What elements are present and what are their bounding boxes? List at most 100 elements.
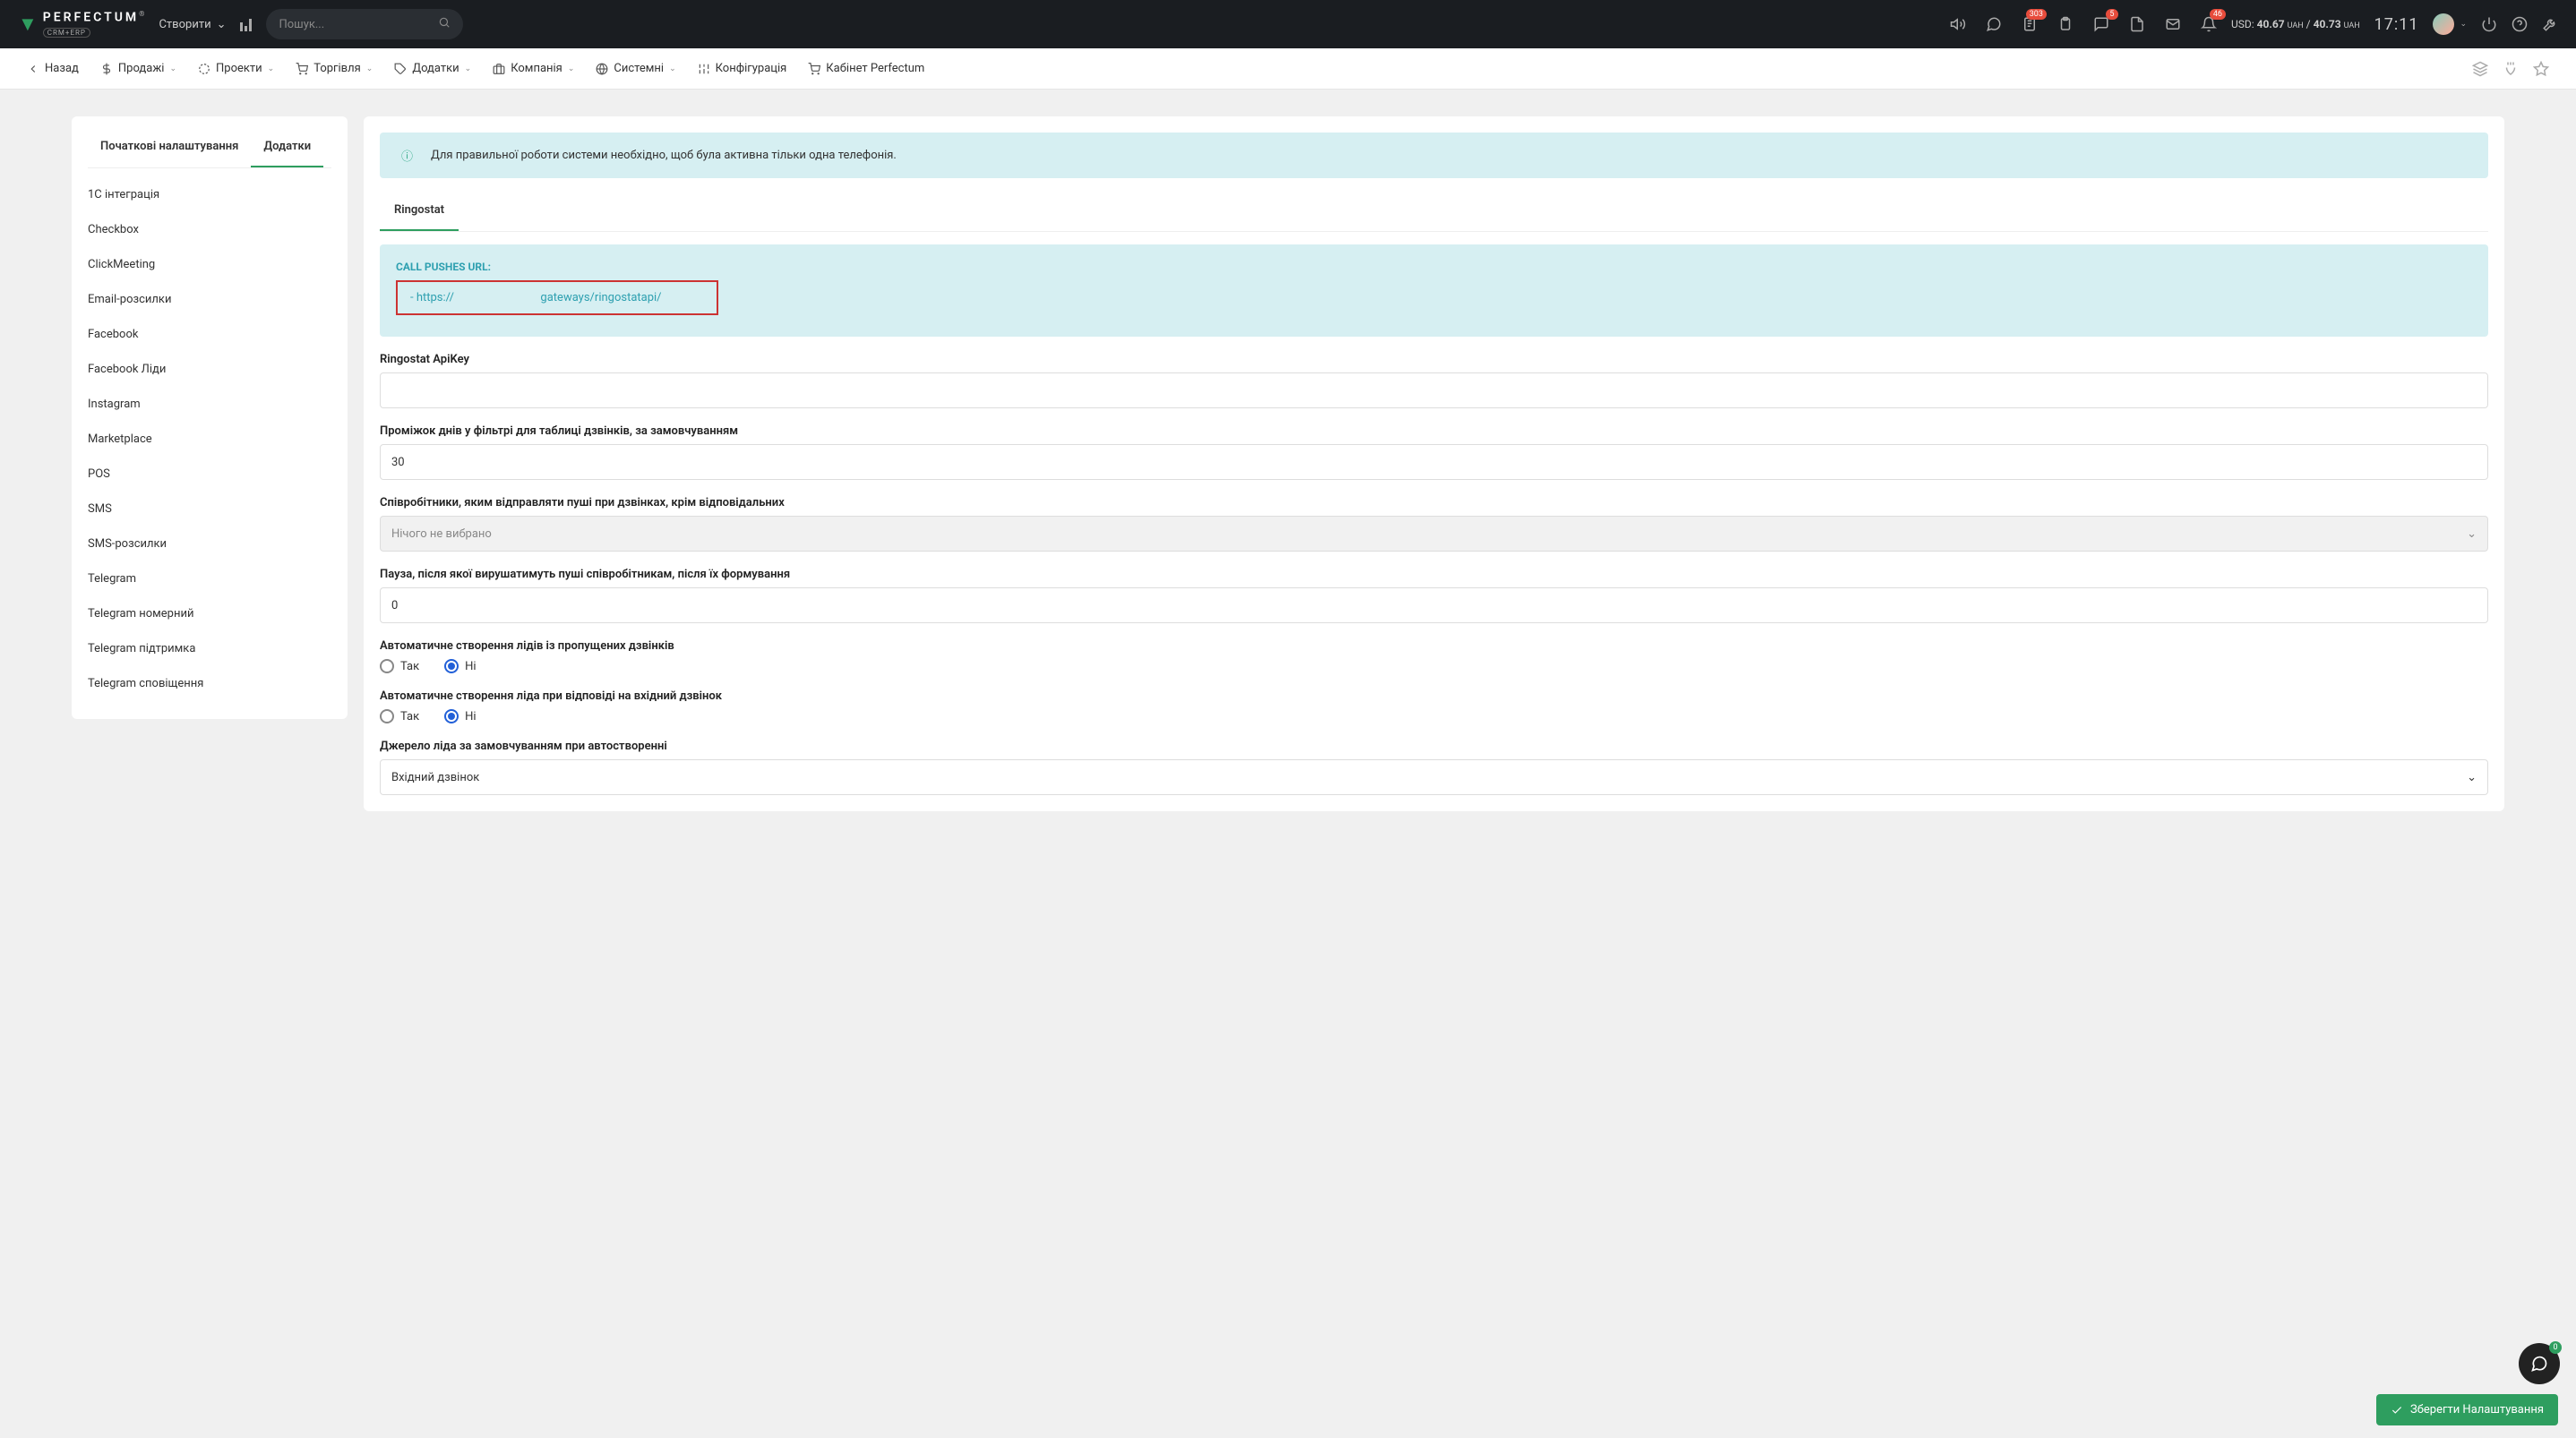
days-input[interactable] <box>380 444 2488 480</box>
star-icon[interactable] <box>2533 61 2549 77</box>
radio-icon <box>444 659 459 673</box>
chevron-down-icon: ⌄ <box>169 64 176 73</box>
search-icon <box>438 16 451 32</box>
messages-badge: 5 <box>2106 9 2118 20</box>
nav-projects[interactable]: Проекти⌄ <box>198 62 274 75</box>
leadsource-select[interactable]: Вхідний дзвінок ⌄ <box>380 759 2488 795</box>
nav-config[interactable]: Конфігурація <box>698 62 787 75</box>
sidebar-item-fbleads[interactable]: Facebook Ліди <box>88 352 331 387</box>
search-placeholder: Пошук... <box>279 18 324 31</box>
autolead-missed-label: Автоматичне створення лідів із пропущени… <box>380 639 2488 653</box>
sidebar-item-checkbox[interactable]: Checkbox <box>88 212 331 247</box>
days-label: Проміжок днів у фільтрі для таблиці дзві… <box>380 424 2488 438</box>
sidebar-item-telegram[interactable]: Telegram <box>88 561 331 596</box>
currency-display: USD: 40.67 UAH / 40.73 UAH <box>2231 18 2360 30</box>
create-label: Створити <box>159 18 210 31</box>
chevron-down-icon: ⌄ <box>2467 771 2477 784</box>
sidebar-item-instagram[interactable]: Instagram <box>88 387 331 422</box>
chevron-down-icon: ⌄ <box>2467 527 2477 541</box>
header-icons: 303 5 46 <box>1950 16 2217 32</box>
layers-icon[interactable] <box>2472 61 2488 77</box>
sidebar-tab-addons[interactable]: Додатки <box>251 129 323 167</box>
create-button[interactable]: Створити ⌄ <box>159 18 226 31</box>
nav-sales[interactable]: Продажі⌄ <box>100 62 176 75</box>
chevron-down-icon: ⌄ <box>2460 20 2467 29</box>
nav-back-label: Назад <box>45 62 79 75</box>
chat-fab[interactable]: 0 <box>2519 1343 2560 1384</box>
bell-badge: 46 <box>2210 9 2226 20</box>
sidebar-item-1c[interactable]: 1С інтеграція <box>88 177 331 212</box>
search-input[interactable]: Пошук... <box>266 9 463 39</box>
radio-icon <box>380 659 394 673</box>
power-icon[interactable] <box>2481 16 2497 32</box>
chevron-down-icon: ⌄ <box>217 18 227 31</box>
sidebar-item-email[interactable]: Email-розсилки <box>88 282 331 317</box>
save-button[interactable]: Зберегти Налаштування <box>2376 1394 2558 1425</box>
autolead-answered-yes[interactable]: Так <box>380 709 419 723</box>
nav-cabinet[interactable]: Кабінет Perfectum <box>808 62 924 75</box>
info-icon: ⓘ <box>401 147 413 164</box>
pointer-icon[interactable] <box>2503 61 2519 77</box>
sidebar-item-pos[interactable]: POS <box>88 457 331 492</box>
staff-select[interactable]: Нічого не вибрано ⌄ <box>380 516 2488 552</box>
logo-text: PERFECTUM <box>43 11 139 25</box>
sidebar-tab-initial[interactable]: Початкові налаштування <box>88 129 251 167</box>
nav-company[interactable]: Компанія⌄ <box>493 62 574 75</box>
sidebar-item-clickmeeting[interactable]: ClickMeeting <box>88 247 331 282</box>
clock: 17:11 <box>2374 15 2419 34</box>
chevron-down-icon: ⌄ <box>268 64 275 73</box>
apikey-label: Ringostat ApiKey <box>380 353 2488 366</box>
sound-icon[interactable] <box>1950 16 1966 32</box>
clipboard-icon[interactable] <box>2057 16 2074 32</box>
sidebar-list: 1С інтеграція Checkbox ClickMeeting Emai… <box>88 168 331 710</box>
autolead-missed-yes[interactable]: Так <box>380 659 419 673</box>
chevron-down-icon: ⌄ <box>568 64 575 73</box>
messages-icon[interactable]: 5 <box>2093 16 2109 32</box>
logo[interactable]: ▼ PERFECTUM® CRM+ERP <box>18 10 144 38</box>
content-panel: ⓘ Для правильної роботи системи необхідн… <box>364 116 2504 811</box>
sub-nav: Назад Продажі⌄ Проекти⌄ Торгівля⌄ Додатк… <box>0 48 2576 90</box>
autolead-answered-no[interactable]: Ні <box>444 709 476 723</box>
tasks-icon[interactable]: 303 <box>2022 16 2038 32</box>
chevron-down-icon: ⌄ <box>366 64 374 73</box>
sidebar-item-telegram-notify[interactable]: Telegram сповіщення <box>88 666 331 701</box>
chat-icon[interactable] <box>1986 16 2002 32</box>
sidebar-item-marketplace[interactable]: Marketplace <box>88 422 331 457</box>
sidebar-item-facebook[interactable]: Facebook <box>88 317 331 352</box>
tools-icon[interactable] <box>2542 16 2558 32</box>
info-text: Для правильної роботи системи необхідно,… <box>431 149 897 162</box>
radio-icon <box>444 709 459 723</box>
settings-sidebar: Початкові налаштування Додатки 1С інтегр… <box>72 116 348 719</box>
url-panel: CALL PUSHES URL: - https:// gateways/rin… <box>380 244 2488 337</box>
chevron-down-icon: ⌄ <box>669 64 676 73</box>
sidebar-item-telegram-num[interactable]: Telegram номерний <box>88 596 331 631</box>
bell-icon[interactable]: 46 <box>2201 16 2217 32</box>
sidebar-item-sms[interactable]: SMS <box>88 492 331 526</box>
sidebar-item-telegram-support[interactable]: Telegram підтримка <box>88 631 331 666</box>
nav-back[interactable]: Назад <box>27 62 79 75</box>
reg-mark: ® <box>139 10 144 18</box>
mail-icon[interactable] <box>2165 16 2181 32</box>
autolead-missed-no[interactable]: Ні <box>444 659 476 673</box>
top-header: ▼ PERFECTUM® CRM+ERP Створити ⌄ Пошук...… <box>0 0 2576 48</box>
pause-label: Пауза, після якої вирушатимуть пуші спів… <box>380 568 2488 581</box>
autolead-answered-label: Автоматичне створення ліда при відповіді… <box>380 689 2488 703</box>
logo-text-wrap: PERFECTUM® CRM+ERP <box>43 10 145 38</box>
help-icon[interactable] <box>2512 16 2528 32</box>
logo-subtitle: CRM+ERP <box>43 28 90 38</box>
nav-trade[interactable]: Торгівля⌄ <box>296 62 373 75</box>
apikey-input[interactable] <box>380 372 2488 408</box>
nav-system[interactable]: Системні⌄ <box>596 62 675 75</box>
tab-ringostat[interactable]: Ringostat <box>380 191 459 231</box>
user-menu[interactable]: ⌄ <box>2433 16 2467 32</box>
pause-input[interactable] <box>380 587 2488 623</box>
chevron-down-icon: ⌄ <box>465 64 472 73</box>
sidebar-item-smssend[interactable]: SMS-розсилки <box>88 526 331 561</box>
tasks-badge: 303 <box>2026 9 2047 20</box>
stats-icon[interactable] <box>240 17 252 31</box>
file-icon[interactable] <box>2129 16 2145 32</box>
url-title: CALL PUSHES URL: <box>396 261 2472 273</box>
avatar <box>2433 13 2454 35</box>
url-box: - https:// gateways/ringostatapi/ <box>396 280 718 315</box>
nav-addons[interactable]: Додатки⌄ <box>394 62 471 75</box>
